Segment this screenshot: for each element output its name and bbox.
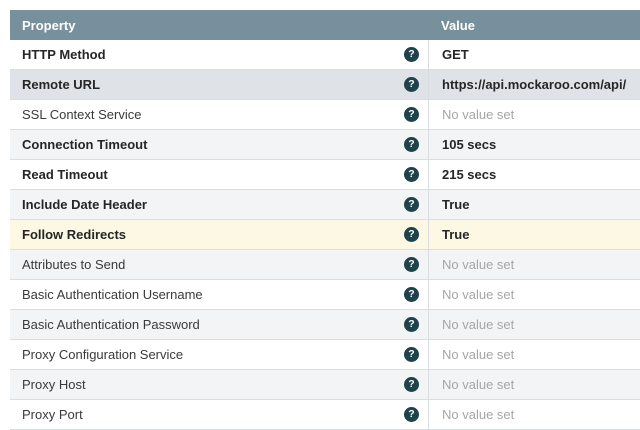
help-icon[interactable]: ? [404,107,419,122]
table-row[interactable]: Proxy Host ? No value set [10,370,640,400]
property-name: HTTP Method [22,47,404,62]
property-name: Proxy Configuration Service [22,347,404,362]
table-row[interactable]: Connection Timeout ? 105 secs [10,130,640,160]
table-row[interactable]: Read Timeout ? 215 secs [10,160,640,190]
help-icon[interactable]: ? [404,227,419,242]
property-name: Basic Authentication Username [22,287,404,302]
property-value[interactable]: 105 secs [428,130,640,159]
property-value[interactable]: True [428,190,640,219]
help-icon[interactable]: ? [404,77,419,92]
help-icon[interactable]: ? [404,347,419,362]
help-icon[interactable]: ? [404,167,419,182]
property-cell: Basic Authentication Password ? [10,310,428,339]
help-icon[interactable]: ? [404,407,419,422]
property-value[interactable]: https://api.mockaroo.com/api/ [428,70,640,99]
column-header-value: Value [428,18,640,33]
table-row[interactable]: Basic Authentication Username ? No value… [10,280,640,310]
property-cell: Proxy Configuration Service ? [10,340,428,369]
table-header: Property Value [10,10,640,40]
property-cell: Connection Timeout ? [10,130,428,159]
property-name: Attributes to Send [22,257,404,272]
property-cell: Basic Authentication Username ? [10,280,428,309]
property-name: Read Timeout [22,167,404,182]
property-name: Basic Authentication Password [22,317,404,332]
table-body: HTTP Method ? GET Remote URL ? https://a… [10,40,640,430]
table-row[interactable]: Include Date Header ? True [10,190,640,220]
property-name: Proxy Host [22,377,404,392]
property-cell: SSL Context Service ? [10,100,428,129]
help-icon[interactable]: ? [404,197,419,212]
properties-table: Property Value HTTP Method ? GET Remote … [10,10,640,430]
table-row[interactable]: Proxy Configuration Service ? No value s… [10,340,640,370]
property-value[interactable]: No value set [428,100,640,129]
table-row[interactable]: HTTP Method ? GET [10,40,640,70]
help-icon[interactable]: ? [404,47,419,62]
property-value[interactable]: No value set [428,250,640,279]
property-name: Connection Timeout [22,137,404,152]
property-value[interactable]: No value set [428,400,640,429]
property-value[interactable]: No value set [428,310,640,339]
property-cell: Attributes to Send ? [10,250,428,279]
column-header-property: Property [10,18,428,33]
table-row[interactable]: SSL Context Service ? No value set [10,100,640,130]
property-name: SSL Context Service [22,107,404,122]
table-row[interactable]: Basic Authentication Password ? No value… [10,310,640,340]
table-row[interactable]: Remote URL ? https://api.mockaroo.com/ap… [10,70,640,100]
property-cell: Proxy Host ? [10,370,428,399]
property-value[interactable]: 215 secs [428,160,640,189]
property-name: Proxy Port [22,407,404,422]
table-row[interactable]: Follow Redirects ? True [10,220,640,250]
property-cell: Read Timeout ? [10,160,428,189]
property-name: Follow Redirects [22,227,404,242]
property-cell: Follow Redirects ? [10,220,428,249]
property-name: Include Date Header [22,197,404,212]
table-row[interactable]: Attributes to Send ? No value set [10,250,640,280]
help-icon[interactable]: ? [404,137,419,152]
property-cell: HTTP Method ? [10,40,428,69]
table-row[interactable]: Proxy Port ? No value set [10,400,640,430]
property-cell: Include Date Header ? [10,190,428,219]
property-value[interactable]: No value set [428,370,640,399]
help-icon[interactable]: ? [404,287,419,302]
property-value[interactable]: GET [428,40,640,69]
property-value[interactable]: No value set [428,280,640,309]
property-name: Remote URL [22,77,404,92]
property-value[interactable]: No value set [428,340,640,369]
property-cell: Remote URL ? [10,70,428,99]
help-icon[interactable]: ? [404,377,419,392]
property-value[interactable]: True [428,220,640,249]
help-icon[interactable]: ? [404,317,419,332]
help-icon[interactable]: ? [404,257,419,272]
property-cell: Proxy Port ? [10,400,428,429]
